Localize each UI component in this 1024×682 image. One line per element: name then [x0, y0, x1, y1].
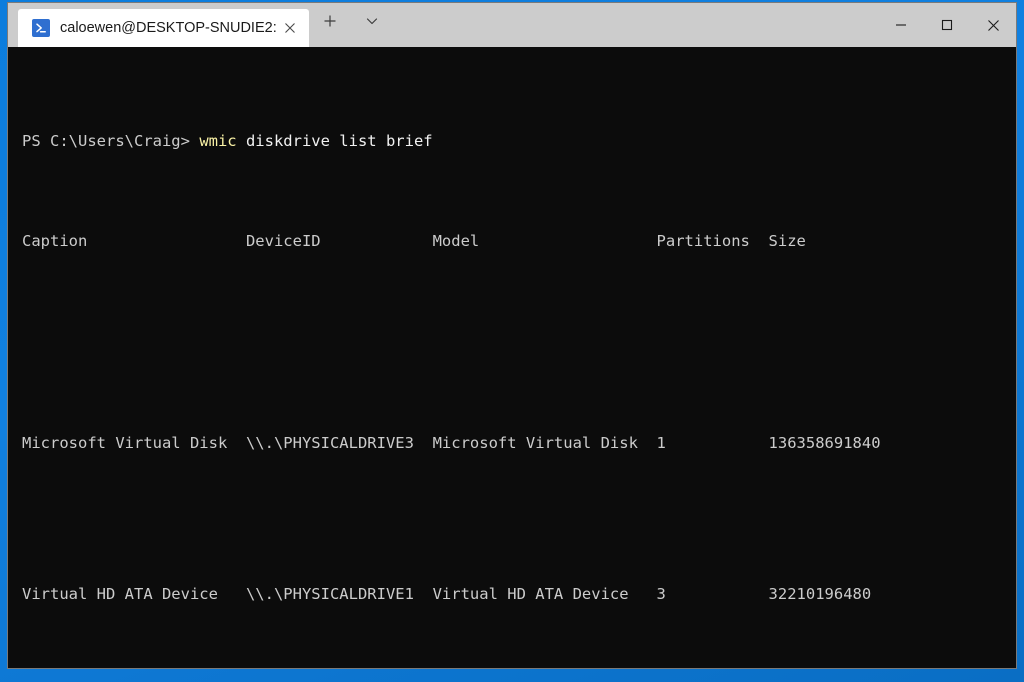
table-row: Virtual HD ATA Device \\.\PHYSICALDRIVE1… [22, 582, 1016, 607]
powershell-icon [32, 19, 50, 37]
desktop-background: caloewen@DESKTOP-SNUDIE2: PS C:\Users\Cr… [0, 0, 1024, 682]
chevron-down-icon[interactable] [351, 4, 393, 38]
command-line-wmic: PS C:\Users\Craig> wmic diskdrive list b… [22, 129, 1016, 154]
table-header-text: Caption DeviceID Model Partitions Size [22, 232, 806, 251]
tab-strip: caloewen@DESKTOP-SNUDIE2: [8, 3, 393, 47]
new-tab-button[interactable] [309, 4, 351, 38]
table-row: Microsoft Virtual Disk \\.\PHYSICALDRIVE… [22, 431, 1016, 456]
terminal-window: caloewen@DESKTOP-SNUDIE2: PS C:\Users\Cr… [8, 3, 1016, 668]
ps-prompt: PS C:\Users\Craig> [22, 131, 200, 150]
maximize-button[interactable] [924, 3, 970, 47]
tab-strip-actions [309, 3, 393, 47]
table-row-text: Virtual HD ATA Device \\.\PHYSICALDRIVE1… [22, 585, 872, 604]
table-header-row: Caption DeviceID Model Partitions Size [22, 229, 1016, 254]
tab-title: caloewen@DESKTOP-SNUDIE2: [60, 20, 277, 36]
command-token: wmic [199, 131, 237, 150]
window-controls [878, 3, 1016, 47]
terminal-output-area[interactable]: PS C:\Users\Craig> wmic diskdrive list b… [8, 47, 1016, 668]
tab-powershell[interactable]: caloewen@DESKTOP-SNUDIE2: [18, 9, 309, 47]
command-args: diskdrive list brief [236, 131, 433, 150]
close-button[interactable] [970, 3, 1016, 47]
tab-close-icon[interactable] [277, 15, 303, 41]
table-row-text: Microsoft Virtual Disk \\.\PHYSICALDRIVE… [22, 434, 881, 452]
minimize-button[interactable] [878, 3, 924, 47]
window-title-bar[interactable]: caloewen@DESKTOP-SNUDIE2: [8, 3, 1016, 47]
